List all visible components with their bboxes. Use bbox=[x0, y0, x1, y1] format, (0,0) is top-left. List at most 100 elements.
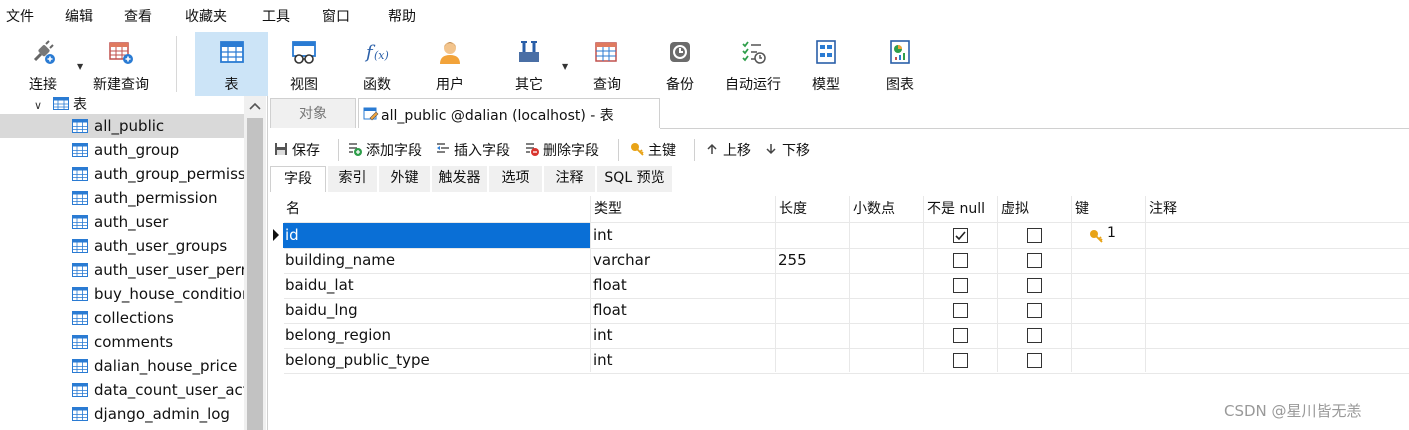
table-icon bbox=[72, 311, 88, 325]
table-list-item-label: dalian_house_price bbox=[94, 357, 238, 375]
tab-triggers[interactable]: 触发器 bbox=[432, 166, 488, 192]
not-null-checkbox[interactable] bbox=[953, 228, 968, 243]
tab-fields[interactable]: 字段 bbox=[270, 166, 326, 192]
field-type-cell[interactable]: float bbox=[591, 298, 775, 323]
not-null-checkbox[interactable] bbox=[953, 253, 968, 268]
tab-foreign-keys[interactable]: 外键 bbox=[379, 166, 431, 192]
field-type-cell[interactable]: varchar bbox=[591, 248, 775, 273]
field-length-cell[interactable] bbox=[776, 323, 849, 348]
checkmark-icon bbox=[955, 231, 966, 241]
not-null-checkbox[interactable] bbox=[953, 328, 968, 343]
user-label: 用户 bbox=[436, 77, 464, 93]
table-list-item[interactable]: auth_group_permissi bbox=[0, 162, 244, 186]
field-type-cell[interactable]: int bbox=[591, 323, 775, 348]
table-label: 表 bbox=[224, 77, 239, 93]
menu-edit[interactable]: 编辑 bbox=[65, 6, 93, 26]
editor-toolbar-separator bbox=[694, 139, 695, 161]
table-icon bbox=[72, 407, 88, 421]
field-name-cell[interactable]: building_name bbox=[283, 248, 590, 273]
column-header-type[interactable]: 类型 bbox=[590, 196, 776, 222]
query-button[interactable]: 查询 bbox=[574, 32, 640, 96]
field-name-cell[interactable]: id bbox=[283, 223, 590, 248]
connect-dropdown-icon[interactable]: ▼ bbox=[77, 62, 83, 71]
chevron-down-icon[interactable]: ∨ bbox=[34, 99, 42, 112]
field-length-cell[interactable]: 255 bbox=[776, 248, 849, 273]
column-header-decimals[interactable]: 小数点 bbox=[849, 196, 924, 222]
virtual-checkbox[interactable] bbox=[1027, 328, 1042, 343]
table-list-item[interactable]: auth_user_groups bbox=[0, 234, 244, 258]
table-edit-icon bbox=[363, 107, 379, 121]
table-list-item[interactable]: auth_user bbox=[0, 210, 244, 234]
model-button[interactable]: 模型 bbox=[792, 32, 860, 96]
tab-table-design[interactable]: all_public @dalian (localhost) - 表 bbox=[358, 98, 660, 128]
user-button[interactable]: 用户 bbox=[416, 32, 484, 96]
menu-help[interactable]: 帮助 bbox=[388, 6, 416, 26]
column-header-comment[interactable]: 注释 bbox=[1145, 196, 1409, 222]
tab-comment[interactable]: 注释 bbox=[544, 166, 596, 192]
not-null-checkbox[interactable] bbox=[953, 303, 968, 318]
field-length-cell[interactable] bbox=[776, 348, 849, 373]
field-name-cell[interactable]: baidu_lng bbox=[283, 298, 590, 323]
chart-button[interactable]: 图表 bbox=[866, 32, 934, 96]
field-name-cell[interactable]: belong_public_type bbox=[283, 348, 590, 373]
not-null-checkbox[interactable] bbox=[953, 353, 968, 368]
table-button[interactable]: 表 bbox=[195, 32, 268, 96]
column-header-name[interactable]: 名 bbox=[282, 196, 591, 222]
column-header-key[interactable]: 键 bbox=[1071, 196, 1146, 222]
menu-favorites[interactable]: 收藏夹 bbox=[185, 6, 227, 26]
menu-tools[interactable]: 工具 bbox=[262, 6, 290, 26]
field-name-cell[interactable]: baidu_lat bbox=[283, 273, 590, 298]
table-list-item[interactable]: all_public bbox=[0, 114, 244, 138]
field-length-cell[interactable] bbox=[776, 273, 849, 298]
view-button[interactable]: 视图 bbox=[270, 32, 338, 96]
field-type-cell[interactable]: float bbox=[591, 273, 775, 298]
virtual-checkbox[interactable] bbox=[1027, 253, 1042, 268]
table-list-item[interactable]: auth_permission bbox=[0, 186, 244, 210]
virtual-checkbox[interactable] bbox=[1027, 303, 1042, 318]
function-button[interactable]: f (x) 函数 bbox=[343, 32, 411, 96]
tab-indexes[interactable]: 索引 bbox=[328, 166, 378, 192]
column-header-virtual[interactable]: 虚拟 bbox=[997, 196, 1072, 222]
table-list-item[interactable]: dalian_house_price bbox=[0, 354, 244, 378]
other-label: 其它 bbox=[515, 77, 543, 93]
scrollbar-thumb[interactable] bbox=[247, 118, 263, 430]
new-query-button[interactable]: 新建查询 bbox=[88, 32, 154, 96]
virtual-checkbox[interactable] bbox=[1027, 353, 1042, 368]
primary-key-cell[interactable]: 1 bbox=[1089, 223, 1129, 248]
key-icon bbox=[631, 143, 644, 156]
scroll-up-icon[interactable] bbox=[248, 100, 262, 112]
other-dropdown-icon[interactable]: ▼ bbox=[562, 62, 568, 71]
backup-button[interactable]: 备份 bbox=[647, 32, 713, 96]
virtual-checkbox[interactable] bbox=[1027, 278, 1042, 293]
menu-window[interactable]: 窗口 bbox=[322, 6, 350, 26]
tab-options[interactable]: 选项 bbox=[489, 166, 543, 192]
connect-button[interactable]: 连接 bbox=[14, 32, 72, 96]
object-tree: ∨ 表 all_public auth_group auth_group_permi… bbox=[0, 96, 268, 430]
other-button[interactable]: 其它 bbox=[495, 32, 563, 96]
menu-file[interactable]: 文件 bbox=[6, 6, 34, 26]
table-list-item[interactable]: django_admin_log bbox=[0, 402, 244, 426]
auto-run-button[interactable]: 自动运行 bbox=[718, 32, 788, 96]
field-type-cell[interactable]: int bbox=[591, 223, 775, 248]
table-list-item[interactable]: collections bbox=[0, 306, 244, 330]
field-type-cell[interactable]: int bbox=[591, 348, 775, 373]
virtual-checkbox[interactable] bbox=[1027, 228, 1042, 243]
table-list-item[interactable]: comments bbox=[0, 330, 244, 354]
table-list-item[interactable]: auth_group bbox=[0, 138, 244, 162]
table-list-item[interactable]: auth_user_user_perm bbox=[0, 258, 244, 282]
field-length-cell[interactable] bbox=[776, 223, 849, 248]
tab-sql-preview[interactable]: SQL 预览 bbox=[597, 166, 673, 192]
column-header-length[interactable]: 长度 bbox=[775, 196, 850, 222]
table-list-item[interactable]: buy_house_condition bbox=[0, 282, 244, 306]
table-group-icon bbox=[52, 97, 69, 110]
sidebar-scrollbar[interactable] bbox=[244, 96, 266, 430]
not-null-checkbox[interactable] bbox=[953, 278, 968, 293]
tree-group-tables[interactable]: ∨ 表 bbox=[34, 96, 87, 113]
add-field-icon bbox=[349, 143, 362, 156]
table-list-item[interactable]: data_count_user_acti bbox=[0, 378, 244, 402]
field-name-cell[interactable]: belong_region bbox=[283, 323, 590, 348]
tab-objects[interactable]: 对象 bbox=[270, 98, 356, 128]
field-length-cell[interactable] bbox=[776, 298, 849, 323]
column-header-not-null[interactable]: 不是 null bbox=[923, 196, 998, 222]
menu-view[interactable]: 查看 bbox=[124, 6, 152, 26]
